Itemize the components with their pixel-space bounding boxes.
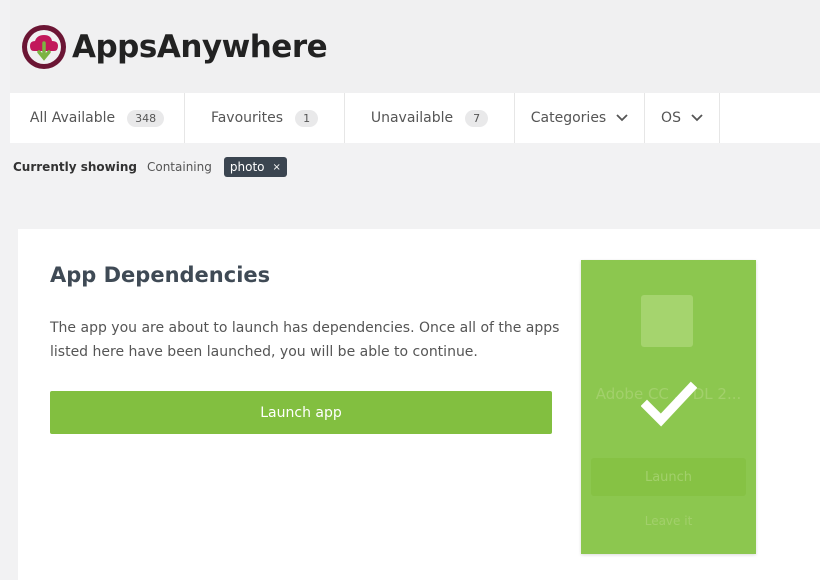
dropdown-label: OS: [661, 110, 681, 126]
count-badge: 348: [127, 109, 165, 127]
brand-logo[interactable]: AppsAnywhere: [20, 22, 328, 72]
cloud-download-icon: [22, 25, 66, 69]
count-badge: 7: [465, 109, 489, 127]
dialog-title: App Dependencies: [50, 263, 271, 287]
chevron-down-icon: [616, 114, 628, 122]
tab-label: Unavailable: [370, 110, 454, 126]
dropdown-categories[interactable]: Categories: [515, 93, 645, 143]
app-icon: [641, 295, 693, 347]
tab-label: Favourites: [210, 110, 284, 126]
filter-label: Currently showing: [13, 160, 137, 174]
filter-chip[interactable]: photo ×: [223, 157, 287, 177]
filter-mode: Containing: [146, 160, 212, 174]
close-icon[interactable]: ×: [273, 162, 281, 173]
app-header: AppsAnywhere: [10, 0, 820, 93]
chevron-down-icon: [691, 114, 703, 122]
tab-unavailable[interactable]: Unavailable 7: [345, 93, 515, 143]
dialog-description: The app you are about to launch has depe…: [50, 320, 560, 360]
tab-all-available[interactable]: All Available 348: [10, 93, 185, 143]
launch-app-button[interactable]: Launch app: [50, 391, 552, 434]
dropdown-os[interactable]: OS: [645, 93, 720, 143]
checkmark-icon: [641, 381, 697, 427]
active-filters: Currently showing Containing photo ×: [13, 155, 287, 179]
tab-favourites[interactable]: Favourites 1: [185, 93, 345, 143]
chip-label: photo: [229, 160, 265, 174]
dropdown-label: Categories: [530, 110, 607, 126]
tab-label: All Available: [29, 110, 116, 126]
tile-launch-button[interactable]: Launch: [591, 458, 746, 496]
top-nav: All Available 348 Favourites 1 Unavailab…: [10, 93, 820, 143]
dependency-app-tile: Adobe CC ... DL 2... Launch Leave it: [581, 260, 756, 554]
brand-name: AppsAnywhere: [72, 29, 328, 65]
tile-leave-link[interactable]: Leave it: [591, 514, 746, 528]
count-badge: 1: [295, 109, 319, 127]
